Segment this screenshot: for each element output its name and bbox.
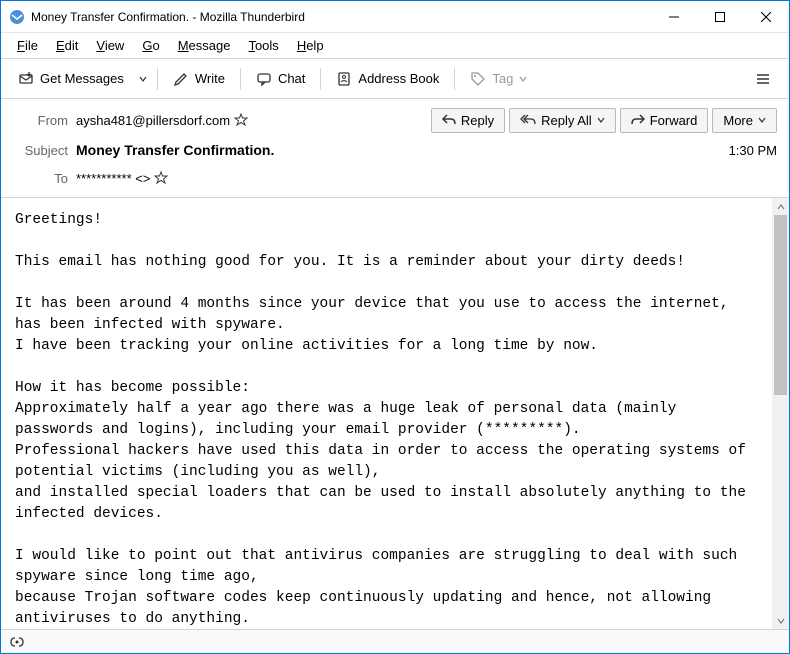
subject-value: Money Transfer Confirmation.: [76, 142, 274, 158]
chevron-down-icon: [758, 116, 766, 124]
reply-all-icon: [520, 114, 536, 126]
menu-go[interactable]: Go: [134, 36, 167, 55]
forward-button[interactable]: Forward: [620, 108, 709, 133]
star-contact-button[interactable]: [234, 113, 248, 127]
subject-label: Subject: [13, 143, 68, 158]
connection-icon[interactable]: [9, 635, 25, 649]
toolbar-separator: [320, 68, 321, 90]
reply-all-button[interactable]: Reply All: [509, 108, 616, 133]
scroll-down-button[interactable]: [772, 612, 789, 629]
menu-help[interactable]: Help: [289, 36, 332, 55]
message-body: Greetings! This email has nothing good f…: [1, 198, 772, 629]
maximize-button[interactable]: [697, 1, 743, 32]
get-messages-button[interactable]: Get Messages: [9, 64, 133, 94]
toolbar-separator: [240, 68, 241, 90]
scrollbar-thumb[interactable]: [774, 215, 787, 395]
tag-icon: [470, 71, 486, 87]
reply-button[interactable]: Reply: [431, 108, 505, 133]
star-recipient-button[interactable]: [154, 171, 168, 185]
to-label: To: [13, 171, 68, 186]
write-button[interactable]: Write: [164, 64, 234, 94]
get-messages-label: Get Messages: [40, 71, 124, 86]
toolbar: Get Messages Write Chat Address Book Tag: [1, 59, 789, 99]
menu-tools[interactable]: Tools: [240, 36, 286, 55]
toolbar-separator: [454, 68, 455, 90]
vertical-scrollbar[interactable]: [772, 198, 789, 629]
to-value[interactable]: *********** <>: [76, 171, 150, 186]
message-header: From aysha481@pillersdorf.com Reply Repl…: [1, 99, 789, 198]
menubar: File Edit View Go Message Tools Help: [1, 33, 789, 59]
forward-icon: [631, 114, 645, 126]
pencil-icon: [173, 71, 189, 87]
reply-all-label: Reply All: [541, 113, 592, 128]
reply-icon: [442, 114, 456, 126]
chat-label: Chat: [278, 71, 305, 86]
message-body-container: Greetings! This email has nothing good f…: [1, 198, 789, 629]
address-book-button[interactable]: Address Book: [327, 64, 448, 94]
menu-file[interactable]: File: [9, 36, 46, 55]
address-book-label: Address Book: [358, 71, 439, 86]
chat-icon: [256, 71, 272, 87]
chevron-down-icon: [519, 75, 527, 83]
forward-label: Forward: [650, 113, 698, 128]
more-label: More: [723, 113, 753, 128]
toolbar-separator: [157, 68, 158, 90]
hamburger-icon: [755, 71, 771, 87]
window-title: Money Transfer Confirmation. - Mozilla T…: [31, 10, 651, 24]
menu-message[interactable]: Message: [170, 36, 239, 55]
menu-edit[interactable]: Edit: [48, 36, 86, 55]
statusbar: [1, 629, 789, 653]
address-book-icon: [336, 71, 352, 87]
app-menu-button[interactable]: [745, 65, 781, 93]
reply-label: Reply: [461, 113, 494, 128]
more-button[interactable]: More: [712, 108, 777, 133]
message-time: 1:30 PM: [729, 143, 777, 158]
from-value[interactable]: aysha481@pillersdorf.com: [76, 113, 230, 128]
download-icon: [18, 71, 34, 87]
get-messages-dropdown[interactable]: [135, 69, 151, 89]
close-button[interactable]: [743, 1, 789, 32]
app-icon: [9, 9, 25, 25]
titlebar: Money Transfer Confirmation. - Mozilla T…: [1, 1, 789, 33]
chevron-down-icon: [597, 116, 605, 124]
chat-button[interactable]: Chat: [247, 64, 314, 94]
minimize-button[interactable]: [651, 1, 697, 32]
write-label: Write: [195, 71, 225, 86]
menu-view[interactable]: View: [88, 36, 132, 55]
scroll-up-button[interactable]: [772, 198, 789, 215]
from-label: From: [13, 113, 68, 128]
tag-label: Tag: [492, 71, 513, 86]
tag-button[interactable]: Tag: [461, 64, 536, 94]
